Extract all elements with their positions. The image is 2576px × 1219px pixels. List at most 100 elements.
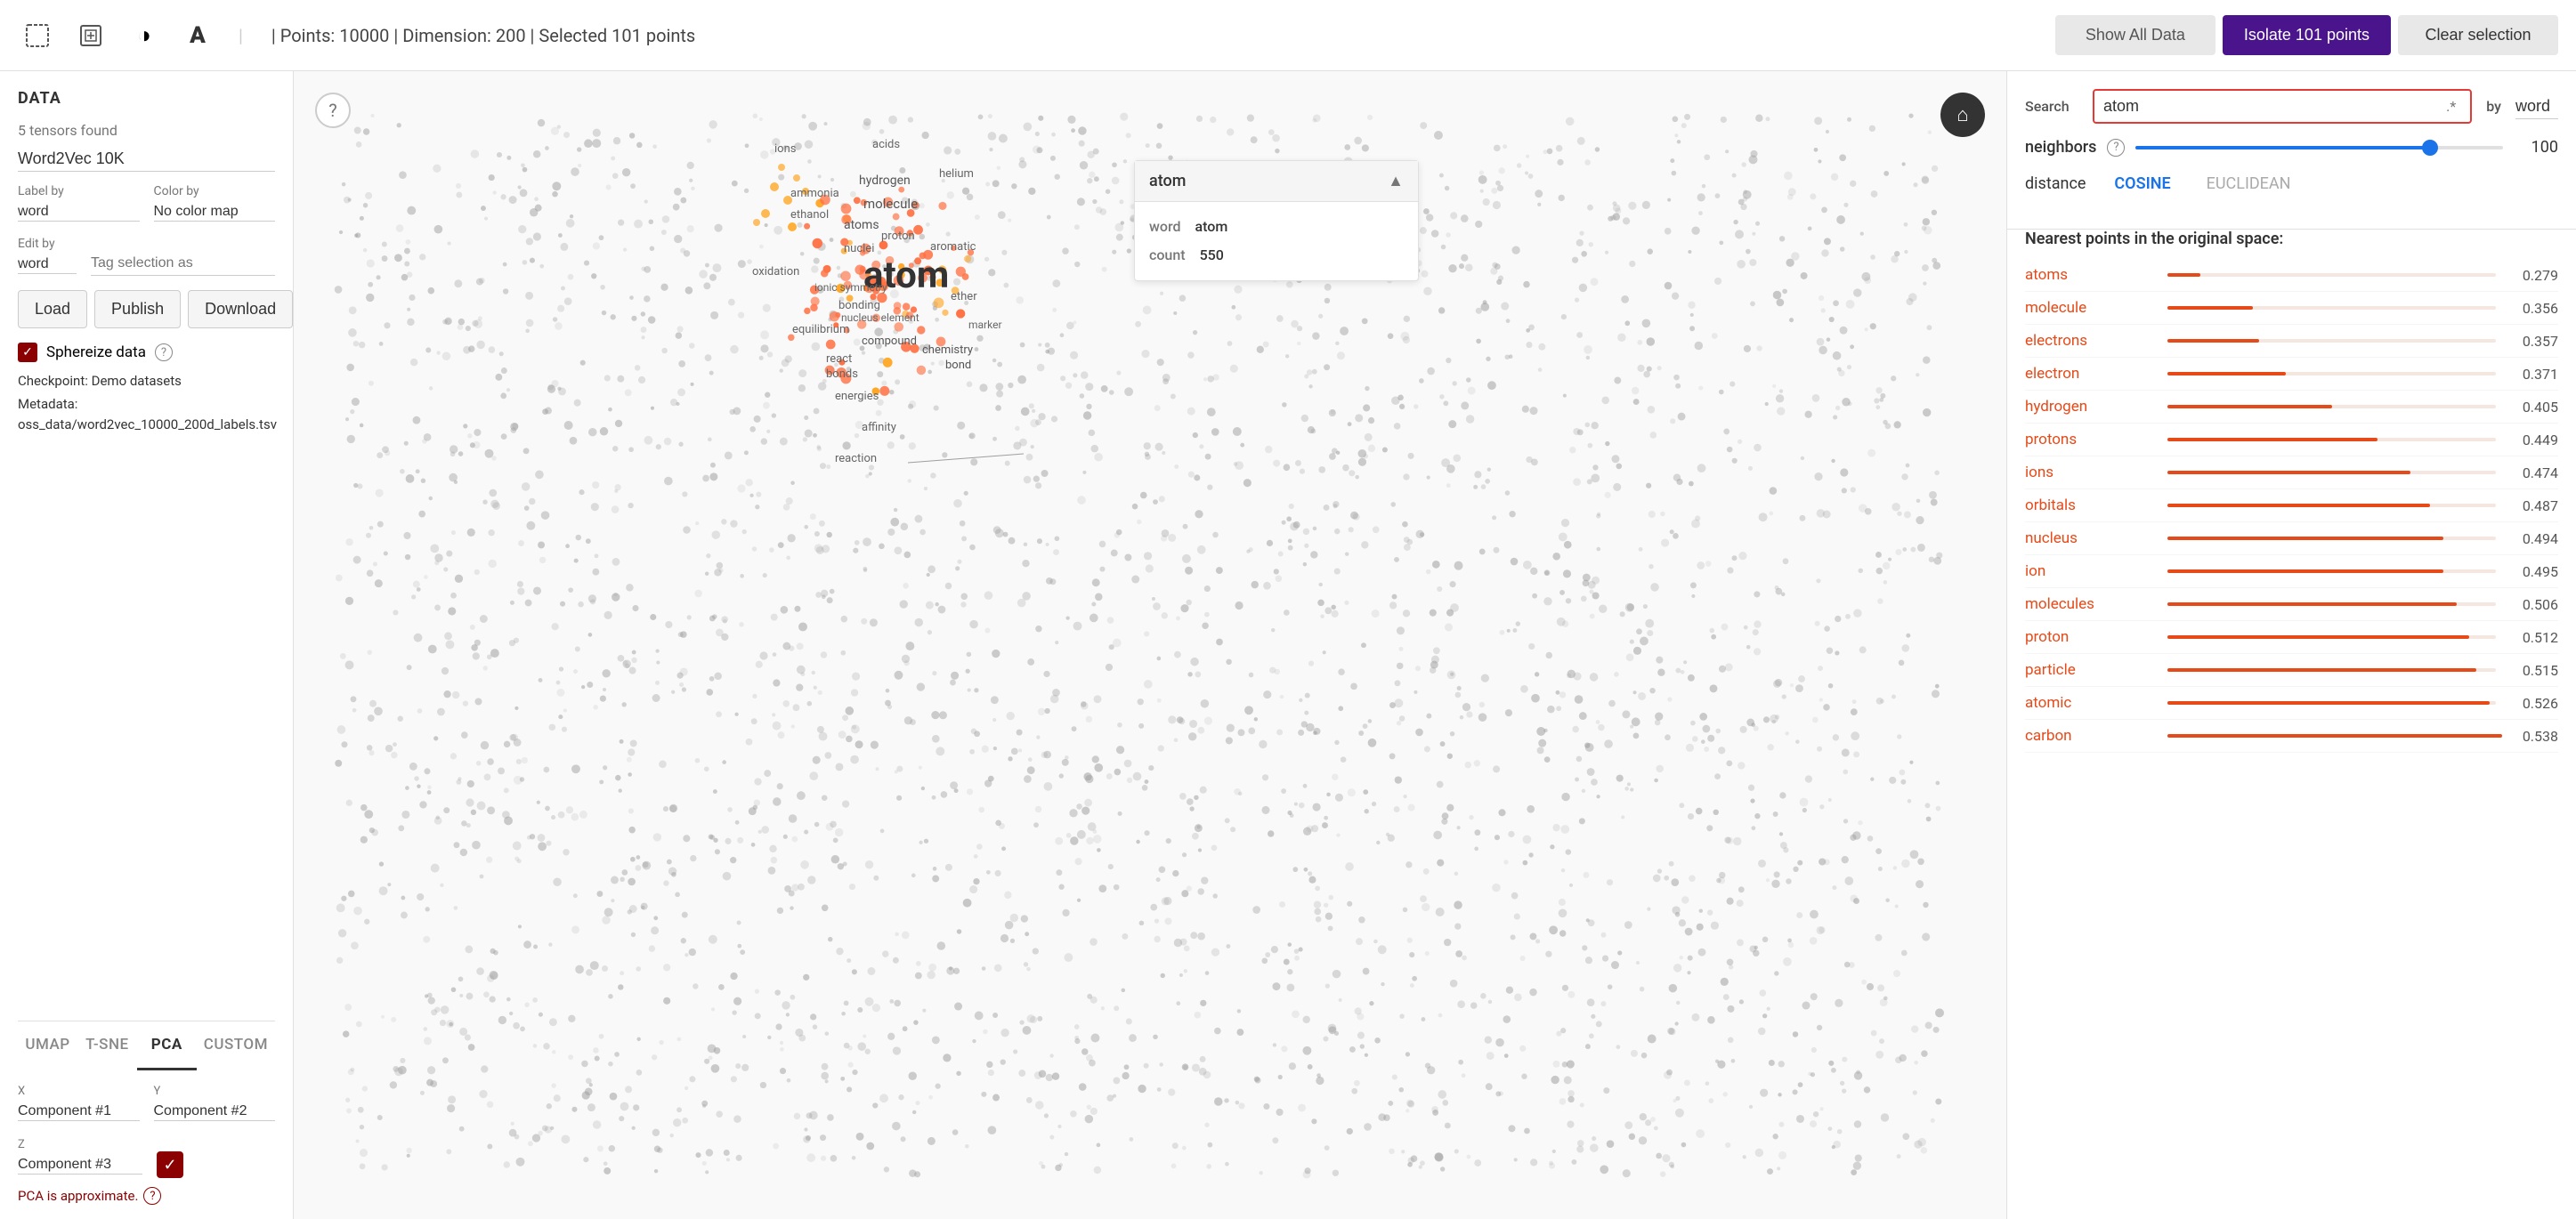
selected-dot[interactable] (911, 201, 919, 208)
tab-pca[interactable]: PCA (137, 1021, 197, 1070)
selected-dot[interactable] (860, 250, 865, 255)
selected-dot[interactable] (956, 309, 965, 318)
nearest-word[interactable]: ion (2025, 562, 2159, 580)
selected-dot[interactable] (936, 337, 946, 347)
selected-dot[interactable] (869, 279, 878, 287)
color-by-select[interactable]: No color map (154, 202, 276, 222)
nearest-word[interactable]: particle (2025, 661, 2159, 679)
selected-dot[interactable] (810, 286, 819, 295)
tab-umap[interactable]: UMAP (18, 1021, 77, 1070)
sphereize-help-icon[interactable]: ? (155, 343, 173, 361)
isolate-button[interactable]: Isolate 101 points (2223, 15, 2391, 55)
pca-help-icon[interactable]: ? (143, 1187, 161, 1205)
selected-dot[interactable] (804, 223, 810, 230)
selected-dot[interactable] (938, 202, 946, 210)
selected-dot[interactable] (913, 225, 923, 235)
selected-dot[interactable] (847, 295, 854, 302)
selected-dot[interactable] (833, 322, 838, 327)
selected-dot[interactable] (917, 366, 927, 375)
canvas-area[interactable]: ? ⌂ ions acids hydrogen helium ammonia m… (294, 71, 2006, 1219)
atom-panel-close[interactable]: ▲ (1388, 172, 1404, 190)
selected-dot[interactable] (909, 262, 914, 268)
selected-dot[interactable] (917, 326, 925, 334)
nearest-word[interactable]: proton (2025, 628, 2159, 646)
selected-dot[interactable] (911, 306, 917, 312)
highlighted-dot[interactable] (761, 209, 770, 218)
selected-dot[interactable] (894, 275, 904, 286)
z-checkbox[interactable] (157, 1151, 183, 1178)
highlighted-dot[interactable] (783, 196, 792, 205)
selected-dot[interactable] (934, 297, 944, 308)
selected-dot[interactable] (857, 319, 867, 329)
highlighted-dot[interactable] (788, 222, 797, 231)
selected-dot[interactable] (825, 366, 835, 375)
selection-tool[interactable] (18, 16, 57, 55)
selected-dot[interactable] (879, 386, 889, 396)
selected-dot[interactable] (871, 261, 880, 270)
selected-dot[interactable] (821, 270, 829, 278)
nearest-word[interactable]: molecule (2025, 299, 2159, 317)
nearest-word[interactable]: electron (2025, 365, 2159, 383)
selected-dot[interactable] (870, 294, 876, 300)
load-button[interactable]: Load (18, 290, 87, 328)
home-button[interactable]: ⌂ (1940, 93, 1985, 137)
tag-tool[interactable] (71, 16, 110, 55)
selected-dot[interactable] (938, 265, 946, 273)
show-all-button[interactable]: Show All Data (2055, 15, 2216, 55)
highlighted-dot[interactable] (770, 182, 779, 191)
selected-dot[interactable] (942, 310, 948, 316)
theme-tool[interactable]: ◑ (125, 16, 164, 55)
selected-dot[interactable] (919, 252, 927, 259)
selected-dot[interactable] (879, 282, 888, 291)
selected-dot[interactable] (906, 311, 914, 319)
sphereize-checkbox[interactable] (18, 343, 37, 362)
publish-button[interactable]: Publish (94, 290, 181, 328)
search-input[interactable] (2103, 97, 2441, 116)
selected-dot[interactable] (883, 358, 893, 367)
selected-dot[interactable] (826, 340, 836, 350)
selected-dot[interactable] (841, 214, 851, 224)
selected-dot[interactable] (877, 293, 887, 303)
euclidean-option[interactable]: EUCLIDEAN (2199, 171, 2298, 197)
selected-dot[interactable] (901, 342, 911, 352)
tensor-select[interactable]: Word2Vec 10K (18, 146, 275, 172)
nearest-word[interactable]: molecules (2025, 595, 2159, 613)
selected-dot[interactable] (811, 296, 820, 305)
selected-dot[interactable] (968, 249, 974, 255)
tag-input[interactable] (91, 252, 275, 276)
highlighted-dot[interactable] (753, 219, 760, 226)
neighbors-slider[interactable] (2135, 146, 2503, 149)
selected-dot[interactable] (838, 359, 845, 366)
selected-dot[interactable] (883, 197, 893, 206)
selected-dot[interactable] (844, 281, 853, 290)
selected-dot[interactable] (936, 279, 944, 287)
cosine-option[interactable]: COSINE (2107, 171, 2177, 197)
selected-dot[interactable] (924, 266, 934, 276)
selected-dot[interactable] (894, 322, 903, 332)
highlighted-dot[interactable] (793, 174, 800, 182)
neighbors-help-icon[interactable]: ? (2107, 139, 2125, 157)
nearest-word[interactable]: hydrogen (2025, 398, 2159, 416)
selected-dot[interactable] (951, 246, 956, 251)
nearest-word[interactable]: atomic (2025, 694, 2159, 712)
selected-dot[interactable] (893, 214, 900, 221)
selected-dot[interactable] (952, 287, 960, 295)
selected-dot[interactable] (894, 307, 902, 315)
selected-dot[interactable] (879, 241, 888, 250)
selected-dot[interactable] (836, 367, 847, 378)
selected-dot[interactable] (910, 344, 919, 353)
nearest-word[interactable]: nucleus (2025, 529, 2159, 547)
selected-dot[interactable] (898, 263, 904, 270)
selected-dot[interactable] (788, 335, 795, 342)
nearest-word[interactable]: atoms (2025, 266, 2159, 284)
edit-by-select[interactable]: word (18, 254, 77, 274)
selected-dot[interactable] (841, 204, 852, 214)
selected-dot[interactable] (903, 303, 911, 311)
selected-dot[interactable] (895, 226, 904, 236)
selected-dot[interactable] (835, 312, 840, 318)
selected-dot[interactable] (861, 199, 868, 206)
selected-dot[interactable] (929, 274, 936, 280)
highlighted-dot[interactable] (778, 164, 785, 171)
z-axis-select[interactable]: Component #3 (18, 1155, 142, 1175)
selected-dot[interactable] (855, 265, 864, 275)
